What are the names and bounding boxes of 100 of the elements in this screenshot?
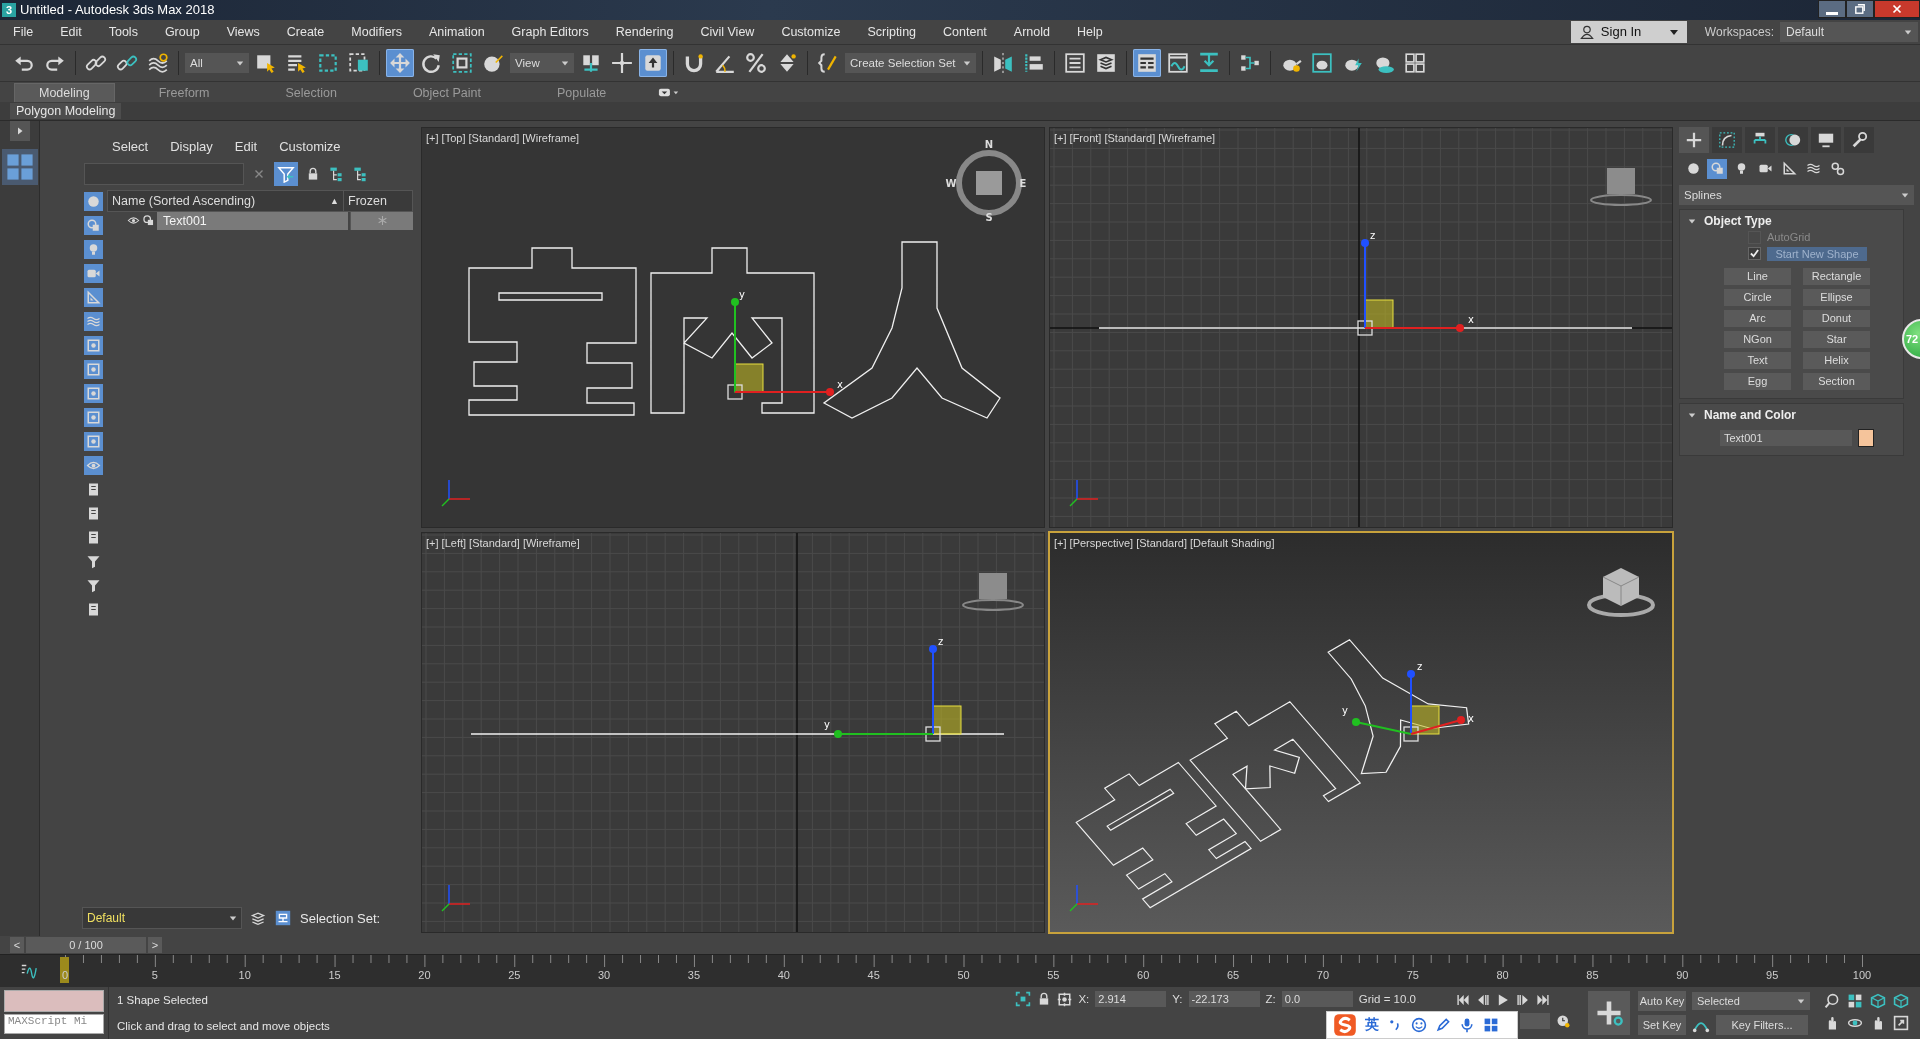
menu-item[interactable]: Views xyxy=(217,24,269,39)
column-header[interactable]: Frozen xyxy=(344,190,412,211)
app-icon: 3 xyxy=(2,2,16,17)
ribbon-tab[interactable]: Populate xyxy=(532,83,631,102)
object-type-button[interactable]: Line xyxy=(1724,267,1791,285)
next-frame-button[interactable]: > xyxy=(148,937,162,954)
auto-key-button[interactable]: Auto Key xyxy=(1638,991,1686,1012)
axis-label: x xyxy=(837,378,843,390)
badge: 72 xyxy=(1902,318,1920,359)
frame-number: 30 xyxy=(596,969,612,982)
object-name-field[interactable]: Text001 xyxy=(1720,429,1852,446)
frame-number: 55 xyxy=(1046,969,1061,982)
set-key-mode-button[interactable]: Set Key xyxy=(1638,1015,1686,1036)
viewport[interactable]: z y [+] [Left] [Standard] [Wireframe] xyxy=(422,532,1044,932)
workspace-dropdown[interactable]: Default xyxy=(1780,21,1918,42)
explorer-menu-item[interactable]: Display xyxy=(170,138,213,154)
ribbon-tab[interactable]: Selection xyxy=(261,83,361,102)
toolbar-dropdown[interactable]: View xyxy=(510,52,574,73)
menu-item[interactable]: Animation xyxy=(420,24,494,39)
column-header[interactable]: Name (Sorted Ascending) ▲ xyxy=(108,190,344,211)
ribbon-panel-tab[interactable]: Polygon Modeling xyxy=(10,102,122,119)
frame-number: 10 xyxy=(237,969,252,982)
frame-number: 40 xyxy=(776,969,791,982)
dropdown-value: Selected xyxy=(1697,995,1740,1008)
z-field[interactable]: 0.0 xyxy=(1281,991,1353,1008)
menu-item[interactable]: Content xyxy=(934,24,996,39)
ribbon-tab[interactable]: Modeling xyxy=(14,82,115,102)
frame-number: 80 xyxy=(1495,969,1510,982)
compass-letter: E xyxy=(1019,177,1027,189)
previous-frame-button[interactable]: < xyxy=(10,937,24,954)
object-type-button[interactable]: Ellipse xyxy=(1803,288,1870,306)
object-type-button[interactable]: Text xyxy=(1724,351,1791,369)
viewport[interactable]: z y x [+] [Perspective] [Standard] [Default Shading] xyxy=(1050,532,1672,932)
x-label: X: xyxy=(1078,993,1090,1006)
menu-item[interactable]: Graph Editors xyxy=(502,24,598,39)
axis-label: y xyxy=(739,288,745,300)
menu-item[interactable]: Customize xyxy=(772,24,850,39)
frame-number: 25 xyxy=(507,969,522,982)
menu-item[interactable]: Scripting xyxy=(858,24,926,39)
language-toggle[interactable]: 英 xyxy=(1365,1016,1379,1034)
sign-in-button[interactable]: Sign In xyxy=(1570,20,1687,43)
menu-item[interactable]: Civil View xyxy=(691,24,764,39)
frame-number: 0 xyxy=(60,969,70,982)
sort-marker: ▲ xyxy=(330,195,339,206)
key-mode-dropdown[interactable]: Selected xyxy=(1692,992,1810,1011)
object-type-button[interactable]: Arc xyxy=(1724,309,1791,327)
menu-item[interactable]: Edit xyxy=(51,24,91,39)
toolbar-dropdown[interactable]: Create Selection Set xyxy=(845,52,977,73)
maxscript-field[interactable]: MAXScript Mi xyxy=(4,1014,104,1035)
explorer-menu-item[interactable]: Edit xyxy=(234,138,258,154)
object-type-button[interactable]: Donut xyxy=(1803,309,1870,327)
x-field[interactable]: 2.914 xyxy=(1095,991,1167,1008)
viewport-label[interactable]: [+] [Left] [Standard] [Wireframe] xyxy=(426,536,580,549)
menu-item[interactable]: Modifiers xyxy=(342,24,411,39)
viewport[interactable]: N E S W y x [+] [Top] [Standard] [Wireframe] xyxy=(422,127,1044,527)
viewport-label[interactable]: [+] [Front] [Standard] [Wireframe] xyxy=(1054,131,1216,144)
axis-label: z xyxy=(938,635,944,647)
explorer-menu-item[interactable]: Select xyxy=(112,138,149,154)
object-type-button[interactable]: NGon xyxy=(1724,330,1791,348)
menu-item[interactable]: Arnold xyxy=(1004,24,1059,39)
object-type-button[interactable]: Helix xyxy=(1803,351,1870,369)
axis-label: y xyxy=(1342,704,1348,716)
axis-label: z xyxy=(1370,229,1376,241)
frame-number: 50 xyxy=(956,969,971,982)
rollout-title[interactable]: Object Type xyxy=(1704,213,1772,228)
toolbar-dropdown[interactable]: All xyxy=(185,52,249,73)
dropdown-value: View xyxy=(515,56,540,69)
rollout-title[interactable]: Name and Color xyxy=(1704,407,1796,422)
object-type-button[interactable]: Section xyxy=(1803,372,1870,390)
frame-number: 100 xyxy=(1852,969,1872,982)
menu-item[interactable]: Group xyxy=(155,24,209,39)
frame-number: 20 xyxy=(417,969,432,982)
object-type-button[interactable]: Star xyxy=(1803,330,1870,348)
menu-item[interactable]: File xyxy=(4,24,43,39)
object-type-button[interactable]: Circle xyxy=(1724,288,1791,306)
dropdown-value: Splines xyxy=(1684,188,1722,201)
ribbon-tab[interactable]: Object Paint xyxy=(388,83,505,102)
menu-item[interactable]: Create xyxy=(277,24,334,39)
selection-status: 1 Shape Selected xyxy=(117,994,209,1007)
y-field[interactable]: -22.173 xyxy=(1188,991,1260,1008)
dropdown-value: Default xyxy=(1786,24,1825,39)
explorer-menu-item[interactable]: Customize xyxy=(279,138,341,154)
compass-letter: N xyxy=(984,138,994,150)
frame-number: 15 xyxy=(327,969,342,982)
menu-item[interactable]: Tools xyxy=(99,24,147,39)
viewport[interactable]: z x [+] [Front] [Standard] [Wireframe] xyxy=(1050,127,1672,527)
object-type-button[interactable]: Rectangle xyxy=(1803,267,1870,285)
checkbox-label: AutoGrid xyxy=(1767,231,1811,244)
ribbon-tab[interactable]: Freeform xyxy=(134,83,234,102)
axis-label: y xyxy=(824,718,830,730)
frame-number: 65 xyxy=(1225,969,1241,982)
category-dropdown[interactable]: Splines xyxy=(1679,184,1914,205)
menu-item[interactable]: Rendering xyxy=(606,24,683,39)
key-filters-button[interactable]: Key Filters... xyxy=(1716,1015,1808,1036)
viewport-label[interactable]: [+] [Perspective] [Standard] [Default Shading] xyxy=(1054,536,1275,549)
layer-dropdown[interactable]: Default xyxy=(82,907,242,930)
axis-label: x xyxy=(1468,712,1474,724)
object-type-button[interactable]: Egg xyxy=(1724,372,1791,390)
menu-item[interactable]: Help xyxy=(1068,24,1112,39)
viewport-label[interactable]: [+] [Top] [Standard] [Wireframe] xyxy=(426,131,580,144)
